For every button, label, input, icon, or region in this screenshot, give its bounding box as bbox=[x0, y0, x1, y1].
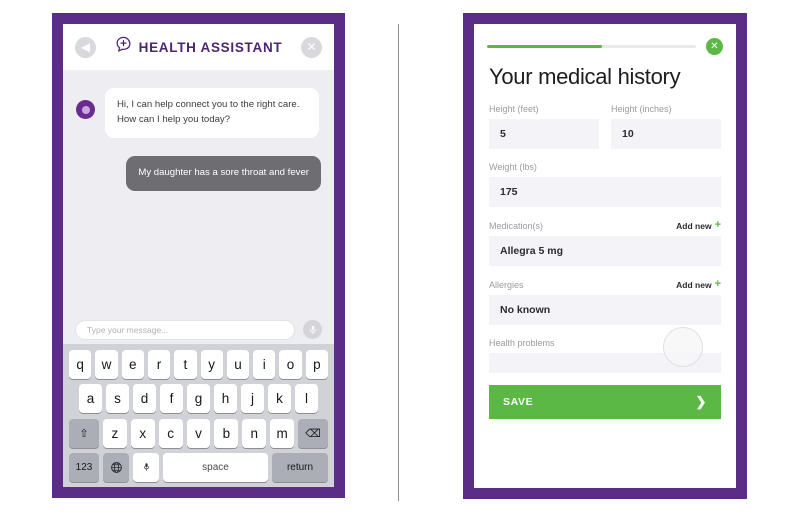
height-row: Height (feet) 5 Height (inches) 10 bbox=[489, 104, 721, 162]
progress-bar bbox=[487, 45, 696, 48]
chat-bubble-plus-icon bbox=[115, 36, 132, 58]
avatar bbox=[76, 100, 95, 119]
height-feet-input[interactable]: 5 bbox=[489, 119, 599, 149]
key-w[interactable]: w bbox=[95, 350, 118, 379]
key-h[interactable]: h bbox=[214, 384, 237, 414]
health-problems-group: Health problems bbox=[489, 338, 721, 373]
height-inches-group: Height (inches) 10 bbox=[611, 104, 721, 162]
weight-group: Weight (lbs) 175 bbox=[489, 162, 721, 207]
medical-history-form: Height (feet) 5 Height (inches) 10 Weigh… bbox=[474, 90, 736, 373]
health-problems-input[interactable] bbox=[489, 353, 721, 373]
add-new-medication-button[interactable]: Add new + bbox=[676, 220, 721, 231]
chat-header-center: HEALTH ASSISTANT bbox=[96, 36, 301, 58]
close-icon[interactable]: ✕ bbox=[301, 36, 322, 58]
microphone-icon[interactable] bbox=[303, 320, 322, 339]
height-inches-input[interactable]: 10 bbox=[611, 119, 721, 149]
key-n[interactable]: n bbox=[242, 418, 267, 448]
key-d[interactable]: d bbox=[133, 384, 156, 414]
key-z[interactable]: z bbox=[103, 418, 127, 448]
key-o[interactable]: o bbox=[279, 350, 302, 379]
key-u[interactable]: u bbox=[226, 350, 250, 379]
medications-label: Medication(s) bbox=[489, 220, 544, 231]
chat-message-assistant: Hi, I can help connect you to the right … bbox=[76, 88, 321, 138]
height-feet-group: Height (feet) 5 bbox=[489, 104, 599, 162]
page-title: Your medical history bbox=[489, 64, 681, 89]
allergies-label-row: Allergies Add new + bbox=[489, 279, 721, 290]
key-k[interactable]: k bbox=[268, 384, 291, 414]
key-f[interactable]: f bbox=[160, 384, 183, 414]
key-i[interactable]: i bbox=[253, 350, 276, 379]
save-button[interactable]: SAVE ❯ bbox=[489, 385, 721, 419]
plus-icon: + bbox=[714, 278, 721, 290]
close-icon-glyph: ✕ bbox=[710, 41, 719, 52]
shift-key[interactable]: ⇧ bbox=[69, 418, 99, 448]
message-bubble-assistant: Hi, I can help connect you to the right … bbox=[105, 88, 319, 138]
medications-group: Medication(s) Add new + Allegra 5 mg bbox=[489, 220, 721, 266]
keyboard-row-4: 123 space return bbox=[66, 452, 331, 482]
key-b[interactable]: b bbox=[214, 418, 239, 448]
medical-history-screen: ✕ Your medical history Height (feet) 5 H… bbox=[474, 24, 736, 488]
allergies-input[interactable]: No known bbox=[489, 295, 721, 325]
allergies-group: Allergies Add new + No known bbox=[489, 279, 721, 325]
key-e[interactable]: e bbox=[121, 350, 144, 379]
chevron-right-icon: ❯ bbox=[695, 394, 707, 409]
chat-phone-frame: ◀ HEALTH ASSISTANT ✕ Hi, I can help conn… bbox=[52, 13, 345, 498]
message-input-placeholder: Type your message... bbox=[87, 324, 169, 335]
plus-icon: + bbox=[714, 219, 721, 231]
key-p[interactable]: p bbox=[305, 350, 328, 379]
panel-divider bbox=[398, 24, 399, 501]
key-m[interactable]: m bbox=[270, 418, 295, 448]
weight-label: Weight (lbs) bbox=[489, 162, 537, 172]
medications-label-row: Medication(s) Add new + bbox=[489, 220, 721, 231]
close-icon[interactable]: ✕ bbox=[706, 38, 723, 55]
height-feet-label: Height (feet) bbox=[489, 104, 539, 114]
chat-input-bar: Type your message... bbox=[63, 315, 334, 344]
key-a[interactable]: a bbox=[79, 384, 102, 414]
weight-input[interactable]: 175 bbox=[489, 177, 721, 207]
key-l[interactable]: l bbox=[295, 384, 318, 414]
globe-icon[interactable] bbox=[103, 452, 129, 482]
close-icon-glyph: ✕ bbox=[306, 40, 317, 54]
chat-message-list: Hi, I can help connect you to the right … bbox=[63, 71, 334, 315]
onscreen-keyboard: q w e r t y u i o p a s d f g h j k l ⇧ … bbox=[63, 344, 334, 487]
form-phone-frame: ✕ Your medical history Height (feet) 5 H… bbox=[463, 13, 747, 499]
add-new-medication-label: Add new bbox=[676, 220, 712, 231]
chat-header: ◀ HEALTH ASSISTANT ✕ bbox=[63, 24, 334, 71]
return-key[interactable]: return bbox=[272, 452, 328, 482]
key-y[interactable]: y bbox=[200, 350, 223, 379]
save-button-label: SAVE bbox=[503, 396, 534, 408]
add-new-allergy-button[interactable]: Add new + bbox=[676, 279, 721, 290]
key-t[interactable]: t bbox=[174, 350, 197, 379]
key-v[interactable]: v bbox=[186, 418, 211, 448]
height-inches-label: Height (inches) bbox=[611, 104, 672, 114]
health-problems-label: Health problems bbox=[489, 338, 555, 348]
back-icon-glyph: ◀ bbox=[80, 40, 91, 54]
key-x[interactable]: x bbox=[130, 418, 155, 448]
keyboard-row-3: ⇧ z x c v b n m ⌫ bbox=[66, 418, 331, 448]
key-j[interactable]: j bbox=[241, 384, 264, 414]
chat-header-title: HEALTH ASSISTANT bbox=[138, 39, 283, 55]
key-s[interactable]: s bbox=[106, 384, 129, 414]
key-c[interactable]: c bbox=[158, 418, 183, 448]
medications-input[interactable]: Allegra 5 mg bbox=[489, 236, 721, 266]
key-q[interactable]: q bbox=[69, 350, 92, 379]
space-key[interactable]: space bbox=[163, 452, 268, 482]
key-r[interactable]: r bbox=[147, 350, 171, 379]
keyboard-microphone-icon[interactable] bbox=[133, 452, 159, 482]
back-icon[interactable]: ◀ bbox=[75, 36, 96, 58]
backspace-key[interactable]: ⌫ bbox=[298, 418, 329, 448]
add-new-allergy-label: Add new bbox=[676, 279, 712, 290]
progress-bar-fill bbox=[487, 45, 602, 48]
avatar-inner-dot bbox=[81, 105, 90, 114]
keyboard-row-2: a s d f g h j k l bbox=[66, 384, 331, 414]
message-bubble-user: My daughter has a sore throat and fever bbox=[126, 155, 321, 191]
numbers-key[interactable]: 123 bbox=[69, 452, 99, 482]
key-g[interactable]: g bbox=[187, 384, 210, 414]
progress-header: ✕ bbox=[474, 24, 736, 55]
keyboard-row-1: q w e r t y u i o p bbox=[66, 350, 331, 379]
chat-screen: ◀ HEALTH ASSISTANT ✕ Hi, I can help conn… bbox=[63, 24, 334, 487]
message-input[interactable]: Type your message... bbox=[75, 319, 295, 340]
allergies-label: Allergies bbox=[489, 279, 524, 290]
chat-message-user: My daughter has a sore throat and fever bbox=[76, 155, 321, 191]
